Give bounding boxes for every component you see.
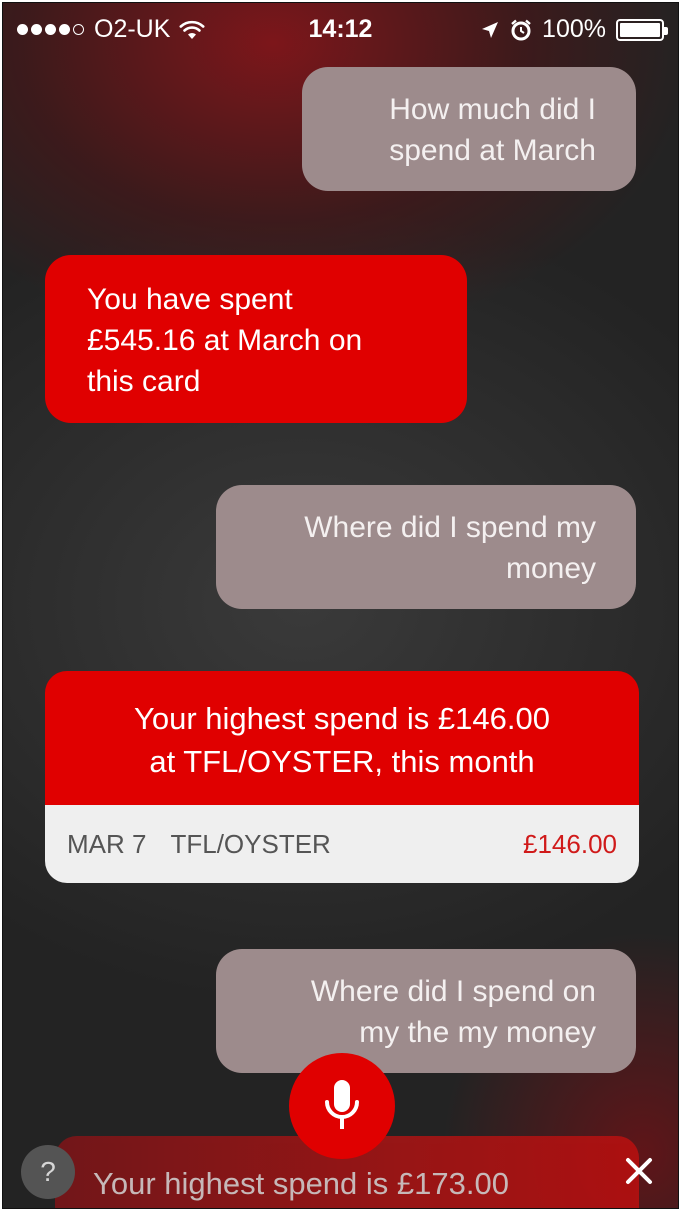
close-button[interactable]: [615, 1147, 663, 1195]
battery-icon: [616, 18, 668, 41]
alarm-icon: [511, 19, 531, 40]
microphone-button[interactable]: [289, 1053, 395, 1159]
help-button[interactable]: ?: [21, 1145, 75, 1199]
close-icon: [626, 1158, 652, 1184]
spend-summary-card[interactable]: Your highest spend is £146.00 at TFL/OYS…: [45, 671, 639, 883]
location-arrow-icon: [482, 21, 499, 38]
user-message: Where did I spend on my the my money: [216, 949, 636, 1073]
transaction-amount: £146.00: [523, 828, 617, 859]
status-bar: O2-UK 14:12 100%: [3, 3, 678, 53]
assistant-message: You have spent £545.16 at March on this …: [45, 255, 467, 423]
battery-percentage: 100%: [542, 15, 606, 43]
status-right: 100%: [470, 15, 668, 44]
spend-summary-text: Your highest spend is £146.00 at TFL/OYS…: [45, 671, 639, 805]
microphone-icon: [325, 1080, 359, 1129]
transaction-row[interactable]: MAR 7 TFL/OYSTER £146.00: [45, 805, 639, 883]
user-message: How much did I spend at March: [302, 67, 636, 191]
user-message: Where did I spend my money: [216, 485, 636, 609]
transaction-date: MAR 7: [67, 828, 147, 859]
phone-screen: O2-UK 14:12 100% How much did I spend at…: [2, 2, 679, 1209]
transaction-merchant: TFL/OYSTER: [170, 828, 331, 859]
